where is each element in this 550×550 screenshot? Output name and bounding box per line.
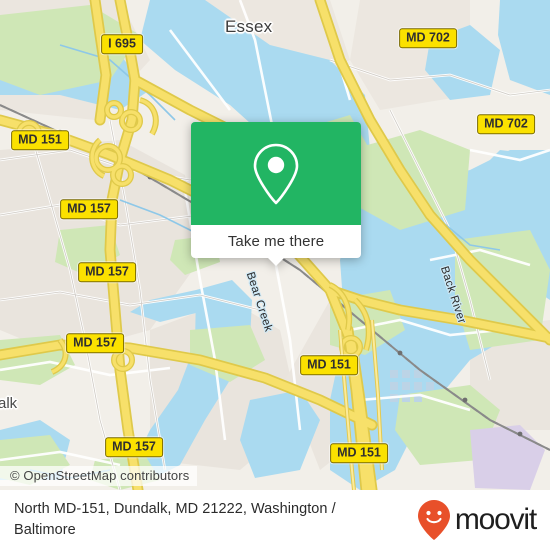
take-me-there-label: Take me there xyxy=(227,233,325,250)
popup-card-header xyxy=(191,122,361,225)
highway-shield-md157-d[interactable]: MD 157 xyxy=(105,437,163,457)
moovit-wordmark: moovit xyxy=(454,503,537,536)
osm-attribution[interactable]: © OpenStreetMap contributors xyxy=(0,466,198,486)
moovit-brand-logo[interactable]: moovit xyxy=(417,499,537,541)
location-address-text: North MD-151, Dundalk, MD 21222, Washing… xyxy=(14,501,336,538)
destination-popup-card[interactable]: Take me there xyxy=(191,122,361,266)
highway-shield-md151-a[interactable]: MD 151 xyxy=(300,355,358,375)
highway-shield-md157-b[interactable]: MD 157 xyxy=(78,262,136,282)
highway-shield-md151-b[interactable]: MD 151 xyxy=(330,443,388,463)
popup-card-footer[interactable]: Take me there xyxy=(191,225,361,266)
highway-shield-md157-a[interactable]: MD 157 xyxy=(60,199,118,219)
map-screenshot: Essex alk Bear Creek Back River I 695 MD… xyxy=(0,0,550,550)
highway-shield-md157-c[interactable]: MD 157 xyxy=(66,333,124,353)
popup-pointer-tail xyxy=(268,258,284,266)
map-canvas[interactable]: Essex alk Bear Creek Back River I 695 MD… xyxy=(0,0,550,490)
footer-bar: North MD-151, Dundalk, MD 21222, Washing… xyxy=(0,490,550,550)
highway-shield-md702-north[interactable]: MD 702 xyxy=(399,28,457,48)
highway-shield-md702-east[interactable]: MD 702 xyxy=(477,114,535,134)
map-pin-icon xyxy=(253,143,299,204)
highway-shield-md151-west[interactable]: MD 151 xyxy=(11,130,69,150)
highway-shield-i695[interactable]: I 695 xyxy=(101,34,143,54)
moovit-smiling-pin-icon xyxy=(417,500,450,540)
